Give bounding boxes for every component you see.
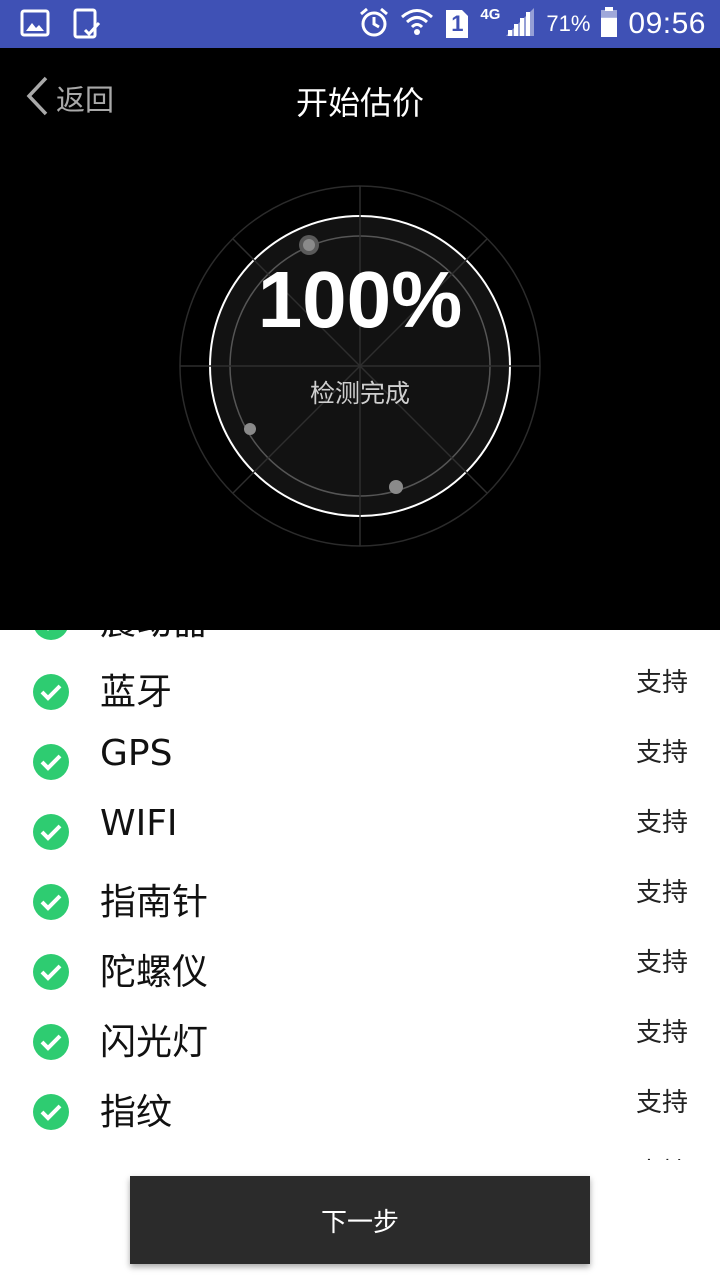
network-type-label: 4G bbox=[480, 6, 501, 23]
status-bar-right: 1 4G 71% 09:56 bbox=[358, 0, 706, 48]
check-item-status: 支持 bbox=[635, 738, 688, 768]
list-item: 蓝牙 支持 bbox=[0, 630, 720, 713]
list-item: 指南针 支持 bbox=[0, 840, 720, 923]
next-button-label: 下一步 bbox=[320, 1207, 399, 1238]
next-button[interactable]: 下一步 bbox=[130, 1176, 590, 1264]
signal-icon bbox=[504, 6, 536, 42]
progress-status: 检测完成 bbox=[309, 379, 410, 408]
battery-percent: 71% bbox=[546, 11, 591, 36]
check-item-status: 支持 bbox=[635, 1088, 688, 1118]
tablet-check-icon bbox=[72, 8, 102, 44]
list-item: GPS 支持 bbox=[0, 700, 720, 780]
check-item-status: 支持 bbox=[635, 808, 688, 838]
wifi-icon bbox=[400, 6, 434, 42]
battery-icon bbox=[600, 6, 618, 42]
page-title: 开始估价 bbox=[295, 84, 424, 122]
list-item: 陀螺仪 支持 bbox=[0, 910, 720, 993]
check-item-status: 支持 bbox=[635, 878, 688, 908]
check-item-status: 支持 bbox=[635, 668, 688, 698]
gallery-icon bbox=[20, 8, 50, 44]
sim-icon: 1 bbox=[444, 8, 470, 40]
status-bar-left bbox=[20, 8, 102, 44]
list-item: 指纹 支持 bbox=[0, 1050, 720, 1133]
list-item: 不支持 bbox=[0, 1120, 720, 1160]
progress-percent: 100% bbox=[257, 255, 463, 344]
status-bar: 1 4G 71% 09:56 bbox=[0, 0, 720, 48]
check-item-status: 不支持 bbox=[610, 1152, 688, 1160]
check-list[interactable]: 震动器 支持 蓝牙 支持 GPS 支持 WIFI 支持 bbox=[0, 630, 720, 1160]
check-item-status: 支持 bbox=[635, 948, 688, 978]
check-item-status: 支持 bbox=[635, 1018, 688, 1048]
list-item: 闪光灯 支持 bbox=[0, 980, 720, 1063]
alarm-icon bbox=[358, 6, 390, 42]
check-item-name: GPS bbox=[100, 733, 173, 774]
app-root: 1 4G 71% 09:56 返回 开始估价 100% 检测完成 蓝牙 支持 G… bbox=[0, 0, 720, 1280]
sim-slot-number: 1 bbox=[451, 11, 464, 36]
check-item-name: WIFI bbox=[100, 803, 178, 844]
radar-blip bbox=[244, 423, 256, 435]
radar-blip bbox=[389, 480, 403, 494]
clock: 09:56 bbox=[628, 7, 706, 40]
radar-graphic bbox=[179, 185, 541, 547]
list-item: WIFI 支持 bbox=[0, 770, 720, 850]
